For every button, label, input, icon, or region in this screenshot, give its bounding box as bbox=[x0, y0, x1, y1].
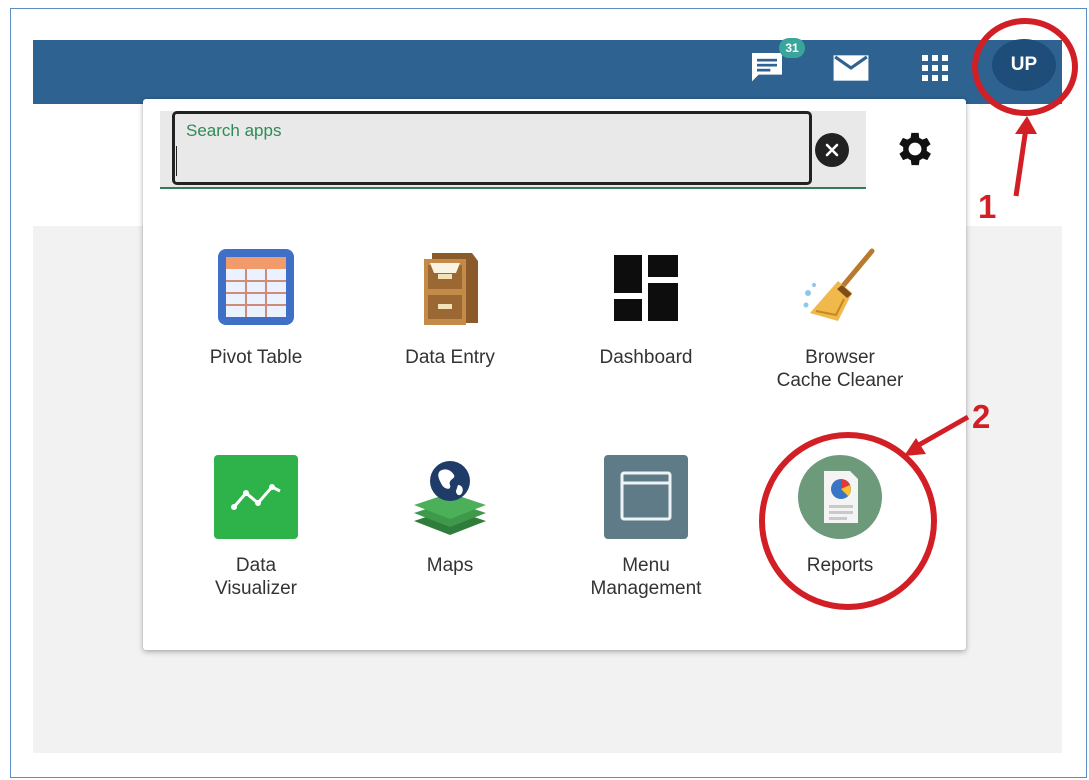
search-label: Search apps bbox=[186, 121, 282, 140]
app-browser-cache-cleaner[interactable]: Browser Cache Cleaner bbox=[745, 247, 935, 407]
close-icon bbox=[825, 143, 839, 157]
app-reports[interactable]: Reports bbox=[745, 455, 935, 605]
broom-icon bbox=[803, 248, 875, 321]
dashboard-tiles-icon bbox=[614, 255, 678, 321]
clear-search-button[interactable] bbox=[815, 133, 849, 167]
globe-layers-icon bbox=[414, 461, 486, 535]
user-profile-avatar[interactable]: UP bbox=[992, 39, 1056, 91]
pivot-table-icon bbox=[218, 249, 294, 325]
app-menu-management[interactable]: Menu Management bbox=[551, 455, 741, 615]
line-chart-icon bbox=[214, 455, 298, 539]
app-label: Data Visualizer bbox=[214, 555, 298, 599]
apps-menu-button[interactable] bbox=[913, 40, 957, 96]
app-pivot-table[interactable]: Pivot Table bbox=[161, 247, 351, 397]
app-maps[interactable]: Maps bbox=[355, 455, 545, 605]
app-dashboard[interactable]: Dashboard bbox=[551, 247, 741, 397]
gear-icon bbox=[899, 132, 931, 166]
app-label: Data Entry bbox=[405, 347, 495, 368]
grid-apps-icon bbox=[922, 55, 948, 81]
app-label: Reports bbox=[806, 555, 874, 576]
envelope-icon bbox=[833, 55, 869, 81]
app-label: Maps bbox=[426, 555, 474, 576]
app-label: Pivot Table bbox=[209, 347, 303, 368]
report-document-icon bbox=[798, 455, 882, 539]
app-data-entry[interactable]: Data Entry bbox=[355, 247, 545, 397]
settings-button[interactable] bbox=[893, 127, 937, 171]
annotation-step-2: 2 bbox=[972, 398, 991, 435]
top-header-bar bbox=[33, 40, 1062, 104]
app-label: Dashboard bbox=[599, 347, 693, 368]
window-icon bbox=[604, 455, 688, 539]
search-apps-input[interactable] bbox=[176, 146, 801, 176]
app-label: Menu Management bbox=[590, 555, 702, 599]
app-label: Browser Cache Cleaner bbox=[776, 347, 904, 391]
file-cabinet-icon bbox=[424, 253, 478, 325]
email-button[interactable] bbox=[829, 40, 873, 96]
app-data-visualizer[interactable]: Data Visualizer bbox=[161, 455, 351, 615]
messages-count-badge: 31 bbox=[779, 38, 805, 58]
annotation-step-1: 1 bbox=[978, 188, 997, 225]
